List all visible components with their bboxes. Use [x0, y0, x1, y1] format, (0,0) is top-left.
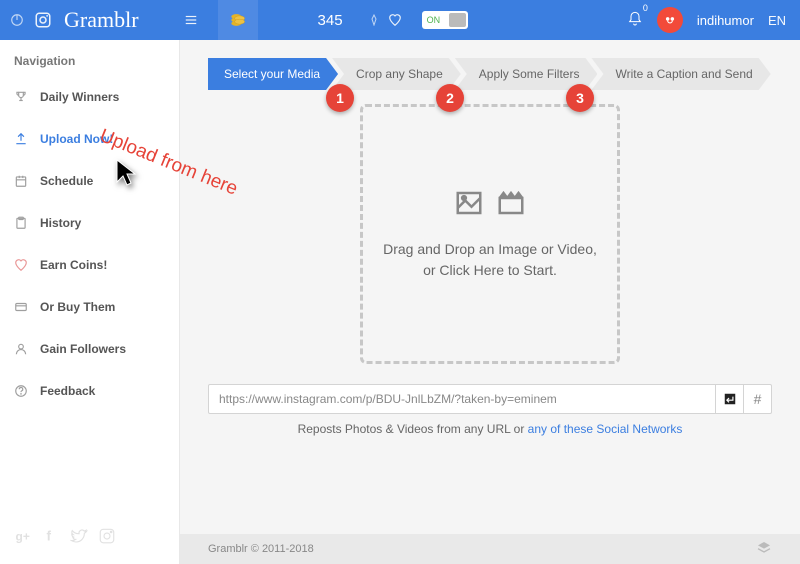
svg-text:g+: g+: [16, 530, 30, 544]
social-networks-link[interactable]: any of these Social Networks: [528, 422, 683, 436]
step-crop[interactable]: Crop any Shape: [332, 58, 461, 90]
google-plus-icon[interactable]: g+: [14, 527, 32, 550]
movie-icon: [494, 188, 528, 223]
sidebar-item-label: Schedule: [40, 174, 93, 188]
help-icon: [14, 384, 28, 398]
sidebar-item-label: Daily Winners: [40, 90, 119, 104]
calendar-icon: [14, 174, 28, 188]
sidebar-item-label: Or Buy Them: [40, 300, 115, 314]
annotation-circle-3: 3: [566, 84, 594, 112]
toggle-on-label: ON: [427, 15, 441, 25]
social-row: g+ f: [0, 517, 179, 564]
sidebar-item-label: Gain Followers: [40, 342, 126, 356]
header-bar: Gramblr 345 ON 0: [0, 0, 800, 40]
footer: Gramblr © 2011-2018: [180, 534, 800, 564]
toggle-switch[interactable]: ON: [422, 11, 468, 29]
annotation-circle-1: 1: [326, 84, 354, 112]
sidebar: Navigation Daily Winners Upload Now! Sch…: [0, 40, 180, 564]
sidebar-item-label: History: [40, 216, 81, 230]
sidebar-item-label: Feedback: [40, 384, 95, 398]
copyright: Gramblr © 2011-2018: [208, 543, 314, 555]
card-icon: [14, 300, 28, 314]
power-icon[interactable]: [10, 13, 24, 27]
step-caption[interactable]: Write a Caption and Send: [591, 58, 770, 90]
main-content: Select your Media Crop any Shape Apply S…: [180, 40, 800, 564]
url-input[interactable]: [209, 392, 715, 406]
upload-icon: [14, 132, 28, 146]
trophy-icon: [14, 90, 28, 104]
nav-title: Navigation: [0, 40, 179, 76]
sidebar-item-earn-coins[interactable]: Earn Coins!: [0, 244, 179, 286]
heart-outline-icon[interactable]: [388, 13, 402, 27]
sidebar-item-label: Earn Coins!: [40, 258, 107, 272]
sidebar-item-gain-followers[interactable]: Gain Followers: [0, 328, 179, 370]
hash-button[interactable]: #: [743, 385, 771, 413]
language-selector[interactable]: EN: [768, 13, 786, 28]
coins-icon: [228, 10, 248, 30]
notification-bell[interactable]: 0: [627, 11, 643, 30]
drop-text: Drag and Drop an Image or Video, or Clic…: [383, 239, 597, 281]
annotation-circle-2: 2: [436, 84, 464, 112]
svg-text:f: f: [47, 529, 52, 544]
sidebar-item-buy-them[interactable]: Or Buy Them: [0, 286, 179, 328]
drop-area[interactable]: Drag and Drop an Image or Video, or Clic…: [360, 104, 620, 364]
image-icon: [452, 188, 486, 223]
notification-count: 0: [643, 3, 648, 13]
sidebar-item-history[interactable]: History: [0, 202, 179, 244]
enter-button[interactable]: [715, 385, 743, 413]
facebook-icon[interactable]: f: [42, 527, 60, 550]
steps-bar: Select your Media Crop any Shape Apply S…: [208, 58, 772, 90]
instagram-icon[interactable]: [34, 11, 52, 29]
twitter-icon[interactable]: [70, 527, 88, 550]
coins-block[interactable]: [218, 0, 258, 40]
avatar[interactable]: [657, 7, 683, 33]
sidebar-item-feedback[interactable]: Feedback: [0, 370, 179, 412]
drop-icons: [452, 188, 528, 223]
instagram-outline-icon[interactable]: [98, 527, 116, 550]
rocket-icon[interactable]: [368, 14, 380, 26]
menu-icon[interactable]: [184, 13, 198, 27]
user-icon: [14, 342, 28, 356]
coins-count: 345: [318, 12, 343, 29]
history-icon: [14, 216, 28, 230]
username[interactable]: indihumor: [697, 13, 754, 28]
app-name: Gramblr: [64, 7, 139, 33]
step-select-media[interactable]: Select your Media: [208, 58, 338, 90]
sidebar-item-daily-winners[interactable]: Daily Winners: [0, 76, 179, 118]
heart-icon: [14, 258, 28, 272]
layers-icon[interactable]: [756, 540, 772, 559]
cursor-icon: [115, 158, 139, 193]
repost-text: Reposts Photos & Videos from any URL or …: [208, 422, 772, 436]
url-row: #: [208, 384, 772, 414]
toggle-knob: [449, 13, 466, 27]
